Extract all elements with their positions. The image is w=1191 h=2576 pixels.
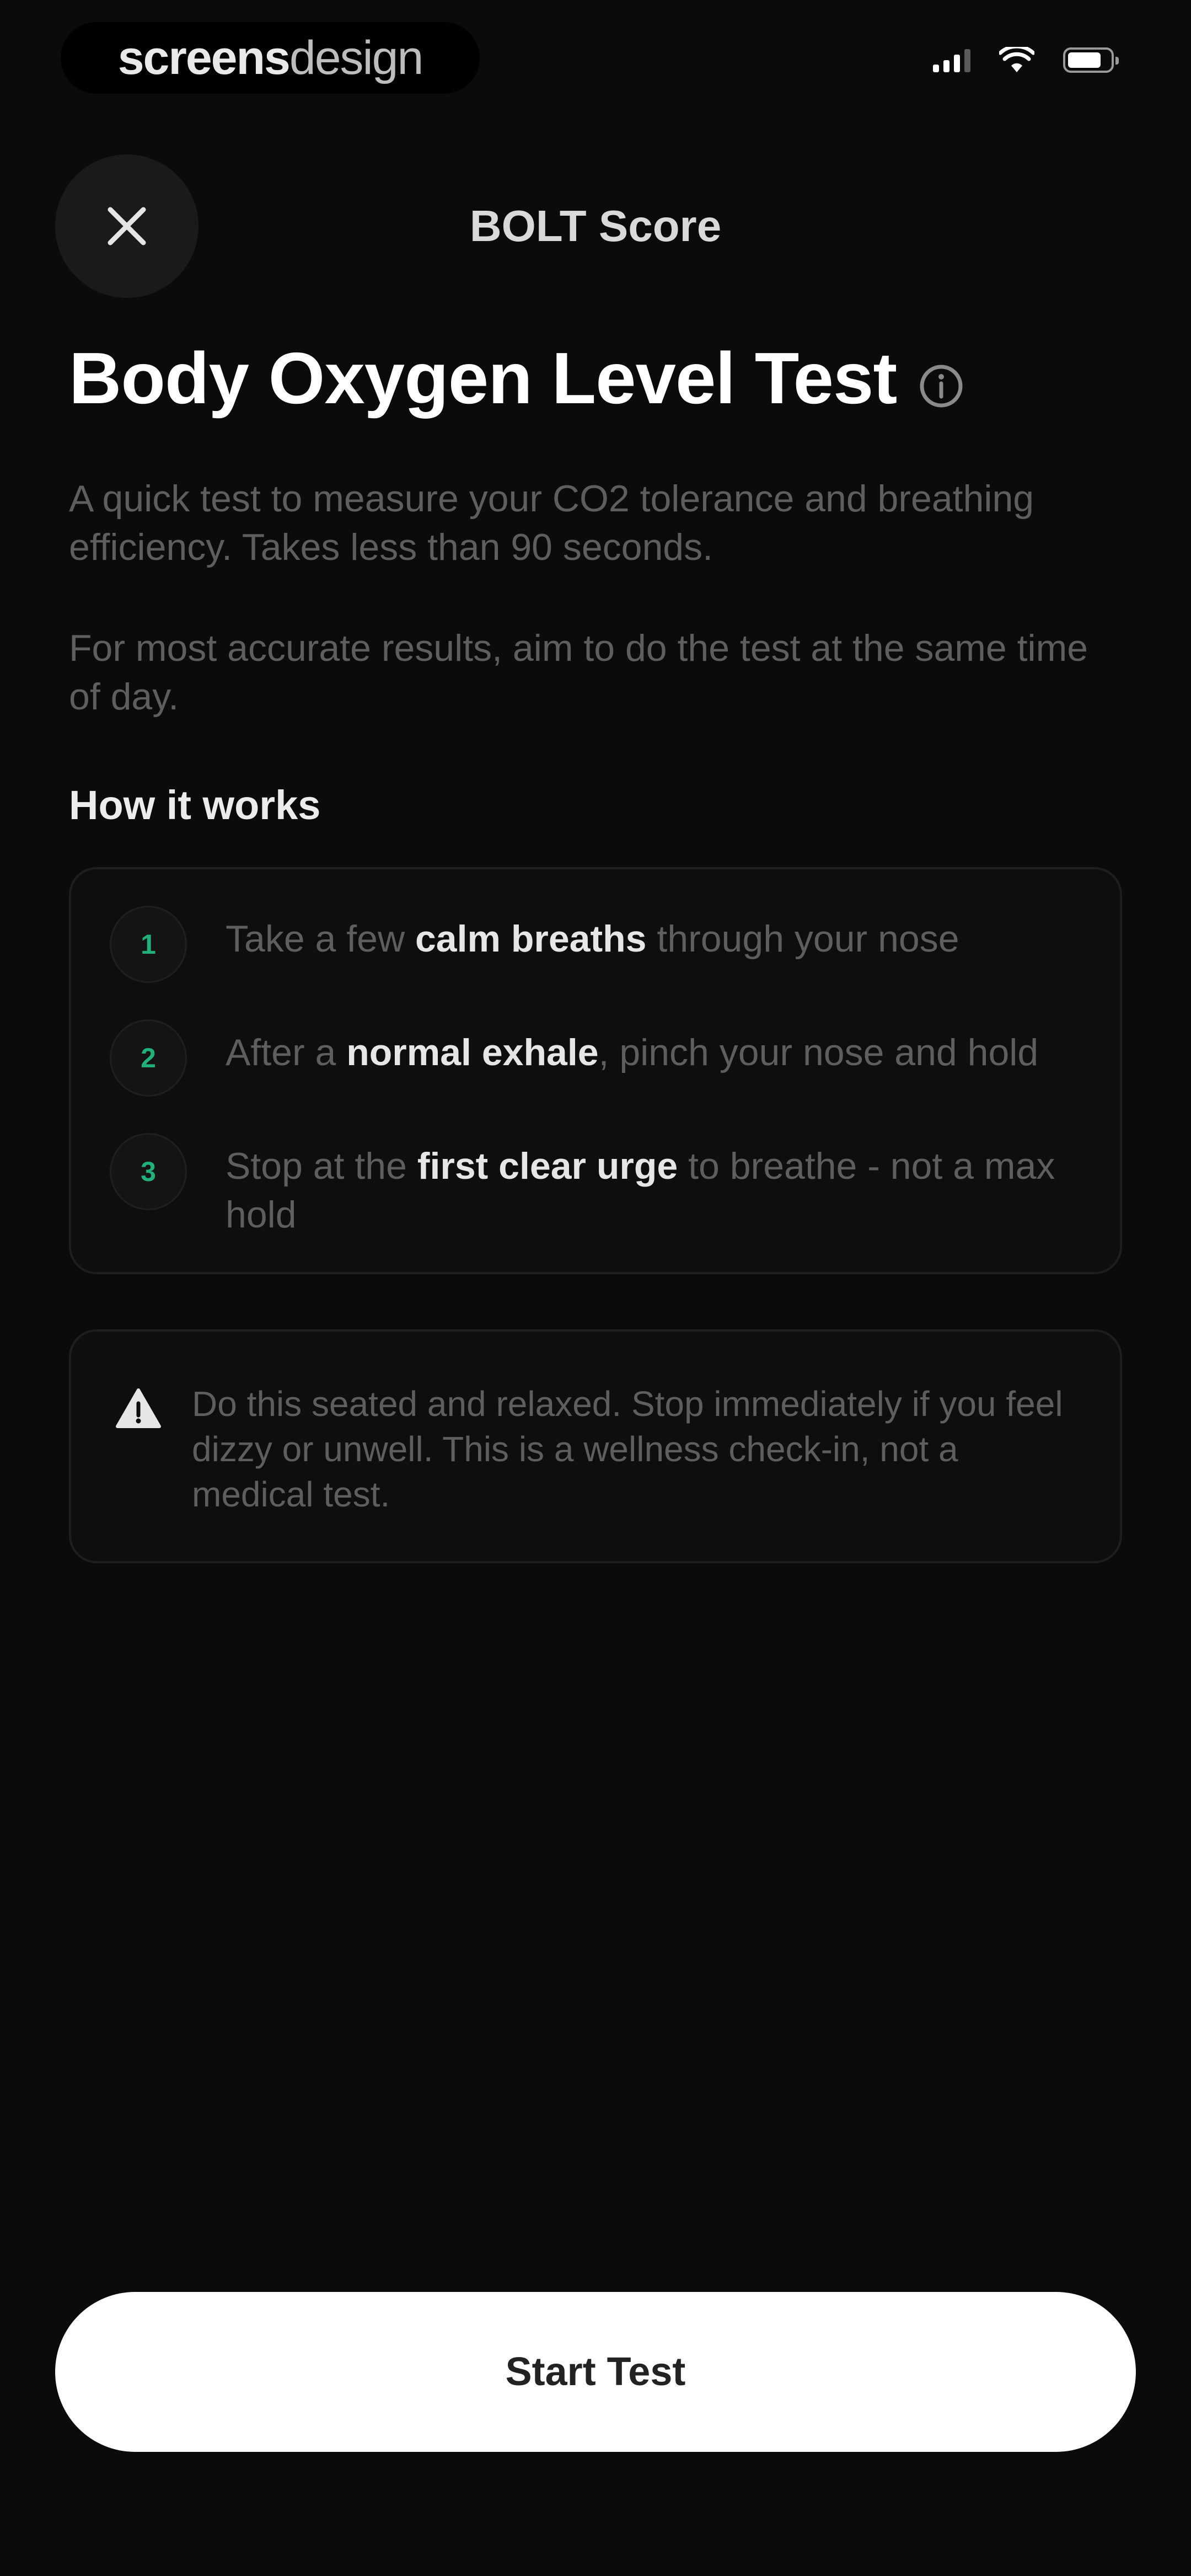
intro-text: A quick test to measure your CO2 toleran… [69,478,1034,568]
main-content: Body Oxygen Level Test A quick test to m… [69,325,1122,1563]
step-item: 3 Stop at the first clear urge to breath… [110,1130,1092,1239]
watermark-text-bold: screens [117,31,291,84]
info-icon[interactable] [919,364,964,409]
close-button[interactable] [55,154,198,298]
warning-icon [115,1388,162,1431]
how-it-works-heading: How it works [69,782,321,828]
start-test-button[interactable]: Start Test [55,2292,1136,2452]
page-title: Body Oxygen Level Test [69,337,897,419]
cellular-signal-icon [933,48,970,72]
step-text: Take a few calm breaths through your nos… [226,918,959,960]
wifi-icon [999,47,1034,72]
battery-icon [1063,47,1119,73]
page-title-row: Body Oxygen Level Test [69,325,1122,430]
safety-warning-card: Do this seated and relaxed. Stop immedia… [69,1329,1122,1563]
step-number-badge: 2 [110,1019,187,1097]
screen: screens design BOLT Score Body Oxygen Le… [0,0,1191,2576]
step-text: Stop at the first clear urge to breathe … [226,1145,1055,1236]
status-bar: screens design [0,0,1191,121]
steps-card: 1 Take a few calm breaths through your n… [69,867,1122,1274]
status-icons [933,47,1119,73]
header: BOLT Score [0,143,1191,303]
step-item: 2 After a normal exhale, pinch your nose… [110,1016,1092,1097]
timing-note: For most accurate results, aim to do the… [69,627,1088,718]
warning-text: Do this seated and relaxed. Stop immedia… [192,1384,1063,1514]
step-number-badge: 1 [110,906,187,983]
step-number-badge: 3 [110,1133,187,1210]
watermark-text-light: design [289,31,423,84]
watermark-logo: screens design [61,22,480,94]
step-item: 1 Take a few calm breaths through your n… [110,902,1092,983]
battery-level [1068,52,1101,68]
close-icon [108,207,146,245]
step-text: After a normal exhale, pinch your nose a… [226,1032,1039,1073]
